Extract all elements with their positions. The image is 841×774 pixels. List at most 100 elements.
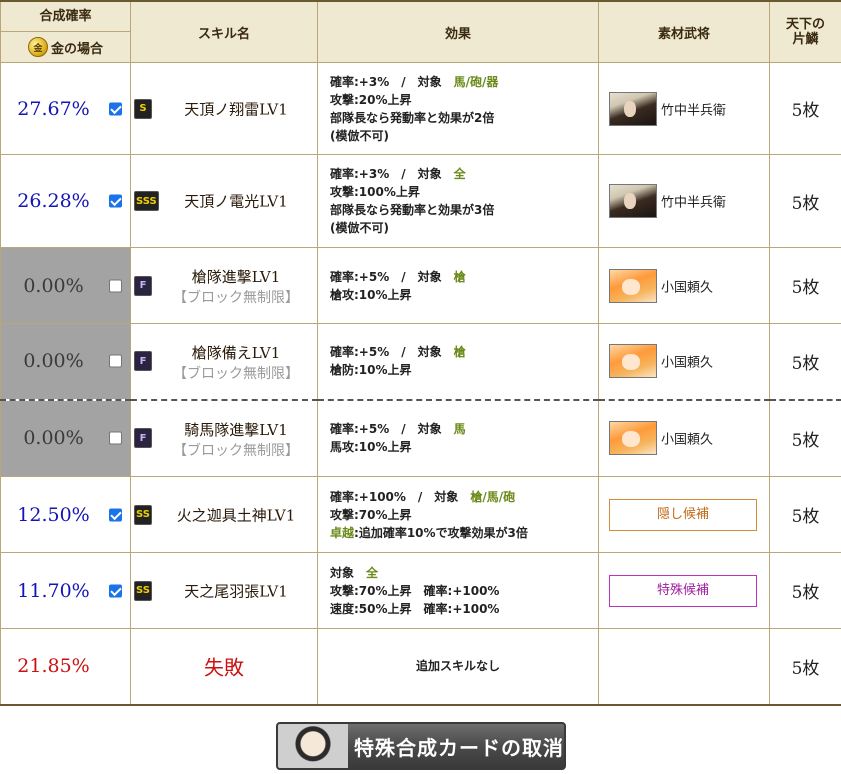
block-note: 【ブロック無制限】 xyxy=(173,366,299,382)
effect-text: 確率:+5% / 対象 xyxy=(330,269,454,284)
rate-cell: 26.28% xyxy=(0,154,131,248)
effect-cell: 確率:+3% / 対象 馬/砲/器攻撃:20%上昇部隊長なら発動率と効果が2倍 (… xyxy=(317,62,599,155)
table-row: 11.70% SS 天之尾羽張LV1 対象 全攻撃:70%上昇 確率:+100% 速度:… xyxy=(0,552,841,629)
material-cell: 小国頼久 xyxy=(598,247,770,324)
skill-name: 火之迦具土神LV1 xyxy=(176,506,296,524)
effect-line: 確率:+100% / 対象 槍/馬/砲 xyxy=(330,488,598,506)
effect-text: 確率:+100% / 対象 xyxy=(330,489,471,504)
effect-text: 部隊長なら発動率と効果が2倍 xyxy=(330,110,495,125)
skill-name: 天頂ノ翔雷LV1 xyxy=(184,100,288,118)
effect-text: :追加確率10%で攻撃効果が3倍 xyxy=(354,525,528,540)
skill-checkbox[interactable] xyxy=(109,431,122,445)
effect-text: 攻撃:70%上昇 確率:+100% xyxy=(330,583,500,598)
effect-text: 攻撃:100%上昇 xyxy=(330,185,420,199)
tenka-count: 5枚 xyxy=(769,247,841,324)
block-note: 【ブロック無制限】 xyxy=(173,290,299,306)
effect-text: 速度:50%上昇 確率:+100% xyxy=(330,601,500,616)
effect-line: 確率:+5% / 対象 槍 xyxy=(330,268,598,286)
rate-cell: 0.00% xyxy=(0,323,131,400)
material-general-name: 小国頼久 xyxy=(661,280,714,295)
tenka-count: 5枚 xyxy=(769,398,841,477)
effect-line: 部隊長なら発動率と効果が2倍 xyxy=(330,109,598,127)
rate-value: 27.67% xyxy=(17,97,90,120)
effect-text: 確率:+5% / 対象 xyxy=(330,422,454,437)
effect-text: 槍攻:10%上昇 xyxy=(330,287,412,302)
skill-cell: F 騎馬隊進撃LV1 【ブロック無制限】 xyxy=(130,398,318,477)
general-portrait-icon[interactable] xyxy=(609,184,657,218)
effect-line: 槍防:10%上昇 xyxy=(330,361,598,379)
effect-text: 攻撃:20%上昇 xyxy=(330,92,412,107)
special-candidate-button[interactable]: 特殊候補 xyxy=(609,574,757,607)
effect-line: 攻撃:20%上昇 xyxy=(330,91,598,109)
effect-line: 攻撃:70%上昇 xyxy=(330,506,598,524)
effect-highlight: 全 xyxy=(453,167,466,181)
rate-value: 11.70% xyxy=(17,579,90,602)
effect-cell: 確率:+3% / 対象 全攻撃:100%上昇部隊長なら発動率と効果が3倍 (模倣不… xyxy=(317,154,599,248)
rate-subtitle: 金 金の場合 xyxy=(1,32,130,62)
fail-row: 21.85% 失敗 追加スキルなし 5枚 xyxy=(0,628,841,705)
table-row: 12.50% SS 火之迦具土神LV1 確率:+100% / 対象 槍/馬/砲 攻撃:7… xyxy=(0,476,841,553)
fail-rate-value: 21.85% xyxy=(17,655,90,678)
gold-coin-icon: 金 xyxy=(27,37,48,57)
skill-checkbox[interactable] xyxy=(109,354,122,368)
general-portrait-icon[interactable] xyxy=(609,91,657,126)
hidden-candidate-button[interactable]: 隠し候補 xyxy=(609,498,757,531)
cancel-special-card-button[interactable]: 特殊合成カードの取消 xyxy=(276,722,566,770)
effect-text: 馬攻:10%上昇 xyxy=(330,440,412,455)
skill-checkbox[interactable] xyxy=(109,508,122,521)
rate-value: 0.00% xyxy=(23,427,84,450)
rank-badge-icon: SS xyxy=(134,504,152,525)
effect-line: 卓越:追加確率10%で攻撃効果が3倍 xyxy=(330,524,598,542)
effect-line: (模倣不可) xyxy=(330,127,598,145)
effect-line: 確率:+5% / 対象 槍 xyxy=(330,343,598,361)
skill-cell: F 槍隊備えLV1 【ブロック無制限】 xyxy=(130,323,318,400)
synthesis-table: 合成確率 金 金の場合 スキル名 効果 素材武将 天下の片鱗 27.67% S 天頂… xyxy=(0,0,841,706)
block-note: 【ブロック無制限】 xyxy=(173,442,299,459)
effect-text: 確率:+3% / 対象 xyxy=(330,74,454,89)
general-portrait-icon[interactable] xyxy=(609,344,657,379)
effect-text: 確率:+3% / 対象 xyxy=(330,167,454,181)
rate-value: 12.50% xyxy=(17,503,90,526)
table-row: 0.00% F 槍隊備えLV1 【ブロック無制限】 確率:+5% / 対象 槍槍防:10… xyxy=(0,323,841,400)
skill-checkbox[interactable] xyxy=(109,194,122,208)
effect-line: 馬攻:10%上昇 xyxy=(330,438,598,456)
general-portrait-icon[interactable] xyxy=(609,421,657,456)
table-row: 0.00% F 騎馬隊進撃LV1 【ブロック無制限】 確率:+5% / 対象 馬馬攻:1… xyxy=(0,398,841,477)
rate-title: 合成確率 xyxy=(1,2,130,32)
skill-name: 天之尾羽張LV1 xyxy=(184,582,288,600)
material-general-name: 竹中半兵衛 xyxy=(661,103,727,118)
material-header: 素材武将 xyxy=(598,0,770,63)
effect-highlight: 馬/砲/器 xyxy=(453,74,499,89)
skill-cell: F 槍隊進撃LV1 【ブロック無制限】 xyxy=(130,247,318,324)
effect-line: 攻撃:100%上昇 xyxy=(330,183,598,201)
skill-checkbox[interactable] xyxy=(109,279,122,292)
rate-cell: 21.85% xyxy=(0,628,131,705)
skill-cell: S 天頂ノ翔雷LV1 xyxy=(130,62,318,155)
table-row: 0.00% F 槍隊進撃LV1 【ブロック無制限】 確率:+5% / 対象 槍槍攻:10… xyxy=(0,247,841,324)
effect-text: 確率:+5% / 対象 xyxy=(330,345,454,360)
rate-cell: 12.50% xyxy=(0,476,131,553)
effect-highlight: 槍/馬/砲 xyxy=(470,489,516,504)
skill-cell: SS 火之迦具土神LV1 xyxy=(130,476,318,553)
avatar-icon xyxy=(278,724,348,768)
skill-name: 天頂ノ電光LV1 xyxy=(184,192,288,211)
skill-name: 槍隊備えLV1 xyxy=(191,344,281,362)
effect-highlight: 卓越 xyxy=(330,525,355,540)
effect-header: 効果 xyxy=(317,0,599,63)
material-cell: 竹中半兵衛 xyxy=(598,62,770,155)
rate-value: 0.00% xyxy=(23,350,84,373)
rank-badge-icon: F xyxy=(134,275,152,296)
tenka-count: 5枚 xyxy=(769,552,841,629)
effect-line: 部隊長なら発動率と効果が3倍 xyxy=(330,201,598,219)
general-portrait-icon[interactable] xyxy=(609,268,657,303)
effect-cell: 確率:+5% / 対象 槍槍防:10%上昇 xyxy=(317,323,599,400)
fail-effect: 追加スキルなし xyxy=(317,628,599,705)
effect-line: (模倣不可) xyxy=(330,219,598,237)
tenka-count: 5枚 xyxy=(769,476,841,553)
skill-checkbox[interactable] xyxy=(109,102,122,115)
skill-cell: 失敗 xyxy=(130,628,318,705)
material-general-name: 小国頼久 xyxy=(661,355,714,371)
effect-highlight: 槍 xyxy=(453,345,466,360)
effect-line: 確率:+5% / 対象 馬 xyxy=(330,420,598,438)
skill-checkbox[interactable] xyxy=(109,584,122,597)
